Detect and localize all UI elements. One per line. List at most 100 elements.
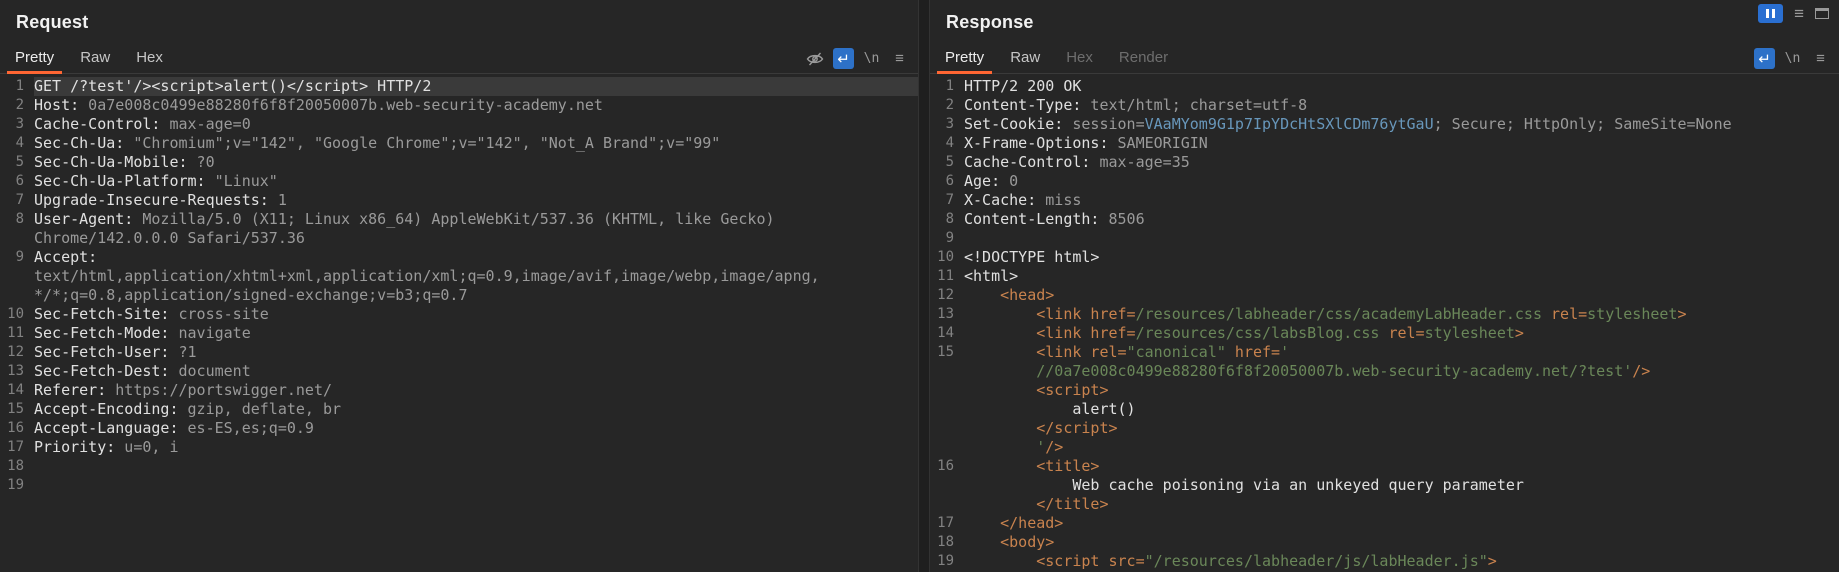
request-tab-raw[interactable]: Raw [67,44,123,74]
line-number: 2 [0,96,34,115]
code-segment: VAaMYom9G1p7IpYDcHtSXlCDm76ytGaU [1145,115,1434,133]
code-row[interactable]: <script> [930,381,1839,400]
code-row[interactable]: 10<!DOCTYPE html> [930,248,1839,267]
line-number: 14 [0,381,34,400]
wrap-toggle-icon[interactable]: ↵ [1754,48,1775,69]
panel-splitter[interactable] [918,0,930,572]
line-number [930,381,964,400]
code-row[interactable]: 12 <head> [930,286,1839,305]
code-row[interactable]: </title> [930,495,1839,514]
code-line: Sec-Fetch-Site: cross-site [34,305,918,324]
code-row[interactable]: 4Sec-Ch-Ua: "Chromium";v="142", "Google … [0,134,918,153]
code-row[interactable]: 12Sec-Fetch-User: ?1 [0,343,918,362]
code-row[interactable]: 1GET /?test'/><script>alert()</script> H… [0,77,918,96]
code-row[interactable]: 8Content-Length: 8506 [930,210,1839,229]
code-row[interactable]: alert() [930,400,1839,419]
code-row[interactable]: 6Sec-Ch-Ua-Platform: "Linux" [0,172,918,191]
code-row[interactable]: 11<html> [930,267,1839,286]
code-segment: rel= [1379,324,1424,342]
line-number: 9 [0,248,34,267]
code-row[interactable]: '/> [930,438,1839,457]
code-row[interactable]: 7X-Cache: miss [930,191,1839,210]
code-row[interactable]: 3Set-Cookie: session=VAaMYom9G1p7IpYDcHt… [930,115,1839,134]
code-row[interactable]: 4X-Frame-Options: SAMEORIGIN [930,134,1839,153]
code-line: */*;q=0.8,application/signed-exchange;v=… [34,286,918,305]
code-row[interactable]: 2Host: 0a7e008c0499e88280f6f8f20050007b.… [0,96,918,115]
code-segment: GET /?test'/><script>alert()</script> HT… [34,77,431,95]
code-segment: Age: [964,172,1000,190]
response-panel: Response PrettyRawHexRender ↵ \n ≡ 1HTTP… [930,0,1839,572]
response-tab-raw[interactable]: Raw [997,44,1053,74]
code-line: Sec-Ch-Ua-Platform: "Linux" [34,172,918,191]
response-editor[interactable]: 1HTTP/2 200 OK2Content-Type: text/html; … [930,77,1839,572]
editor-menu-icon[interactable]: ≡ [889,48,910,69]
code-row[interactable]: 6Age: 0 [930,172,1839,191]
hide-nonprintable-icon[interactable] [804,48,826,69]
code-row[interactable]: 3Cache-Control: max-age=0 [0,115,918,134]
request-editor[interactable]: 1 GET /?test'/><script>alert()</script> H… [0,77,918,572]
code-line: GET /?test'/><script>alert()</script> HT… [34,77,918,96]
layout-icon[interactable] [1815,8,1829,19]
code-line: <script src="/resources/labheader/js/lab… [964,552,1839,571]
code-row[interactable]: 17 </head> [930,514,1839,533]
code-row[interactable]: 8User-Agent: Mozilla/5.0 (X11; Linux x86… [0,210,918,229]
code-segment: Sec-Fetch-Mode: [34,324,169,342]
code-row[interactable]: 15 <link rel="canonical" href=' [930,343,1839,362]
code-segment: </script> [964,419,1118,437]
code-row[interactable]: 10Sec-Fetch-Site: cross-site [0,305,918,324]
newline-chars-icon[interactable]: \n [861,48,882,69]
code-row[interactable]: Chrome/142.0.0.0 Safari/537.36 [0,229,918,248]
pause-button[interactable] [1758,4,1783,23]
code-segment: X-Cache: [964,191,1036,209]
code-row[interactable]: 5Cache-Control: max-age=35 [930,153,1839,172]
code-row[interactable]: 16Accept-Language: es-ES,es;q=0.9 [0,419,918,438]
code-row[interactable]: 7Upgrade-Insecure-Requests: 1 [0,191,918,210]
line-number [930,495,964,514]
code-row[interactable]: text/html,application/xhtml+xml,applicat… [0,267,918,286]
response-tab-hex[interactable]: Hex [1053,44,1106,74]
request-tab-hex[interactable]: Hex [123,44,176,74]
code-row[interactable]: 9 [930,229,1839,248]
code-row[interactable]: 13Sec-Fetch-Dest: document [0,362,918,381]
code-segment: miss [1036,191,1081,209]
code-row[interactable]: 19 [0,476,918,495]
code-row[interactable]: 17Priority: u=0, i [0,438,918,457]
editor-menu-icon[interactable]: ≡ [1810,48,1831,69]
code-row[interactable]: 19 <script src="/resources/labheader/js/… [930,552,1839,571]
code-line: <link href=/resources/labheader/css/acad… [964,305,1839,324]
code-line: Content-Type: text/html; charset=utf-8 [964,96,1839,115]
code-row[interactable]: </script> [930,419,1839,438]
line-number [930,362,964,381]
code-row[interactable]: Web cache poisoning via an unkeyed query… [930,476,1839,495]
response-tab-pretty[interactable]: Pretty [932,44,997,74]
code-row[interactable]: 18 <body> [930,533,1839,552]
response-tab-render[interactable]: Render [1106,44,1181,74]
code-row[interactable]: 15Accept-Encoding: gzip, deflate, br [0,400,918,419]
code-row[interactable]: 1HTTP/2 200 OK [930,77,1839,96]
code-row[interactable]: 2Content-Type: text/html; charset=utf-8 [930,96,1839,115]
wrap-toggle-icon[interactable]: ↵ [833,48,854,69]
code-line: <body> [964,533,1839,552]
code-segment: /resources/labheader/css/academyLabHeade… [1136,305,1542,323]
code-row[interactable]: 14Referer: https://portswigger.net/ [0,381,918,400]
code-row[interactable]: */*;q=0.8,application/signed-exchange;v=… [0,286,918,305]
code-segment: "canonical" [1127,343,1226,361]
code-row[interactable]: 18 [0,457,918,476]
code-row[interactable]: 5Sec-Ch-Ua-Mobile: ?0 [0,153,918,172]
code-line [34,457,918,476]
code-row[interactable]: 16 <title> [930,457,1839,476]
request-tab-pretty[interactable]: Pretty [2,44,67,74]
code-row[interactable]: 9Accept: [0,248,918,267]
code-line: <script> [964,381,1839,400]
newline-chars-icon[interactable]: \n [1782,48,1803,69]
menu-icon[interactable]: ≡ [1794,4,1804,23]
code-row[interactable]: 11Sec-Fetch-Mode: navigate [0,324,918,343]
code-segment: Cache-Control: [964,153,1090,171]
line-number: 3 [930,115,964,134]
code-row[interactable]: 14 <link href=/resources/css/labsBlog.cs… [930,324,1839,343]
code-row[interactable]: //0a7e008c0499e88280f6f8f20050007b.web-s… [930,362,1839,381]
code-segment: > [1515,324,1524,342]
code-row[interactable]: 13 <link href=/resources/labheader/css/a… [930,305,1839,324]
code-segment: rel= [1542,305,1587,323]
code-segment: 1 [269,191,287,209]
